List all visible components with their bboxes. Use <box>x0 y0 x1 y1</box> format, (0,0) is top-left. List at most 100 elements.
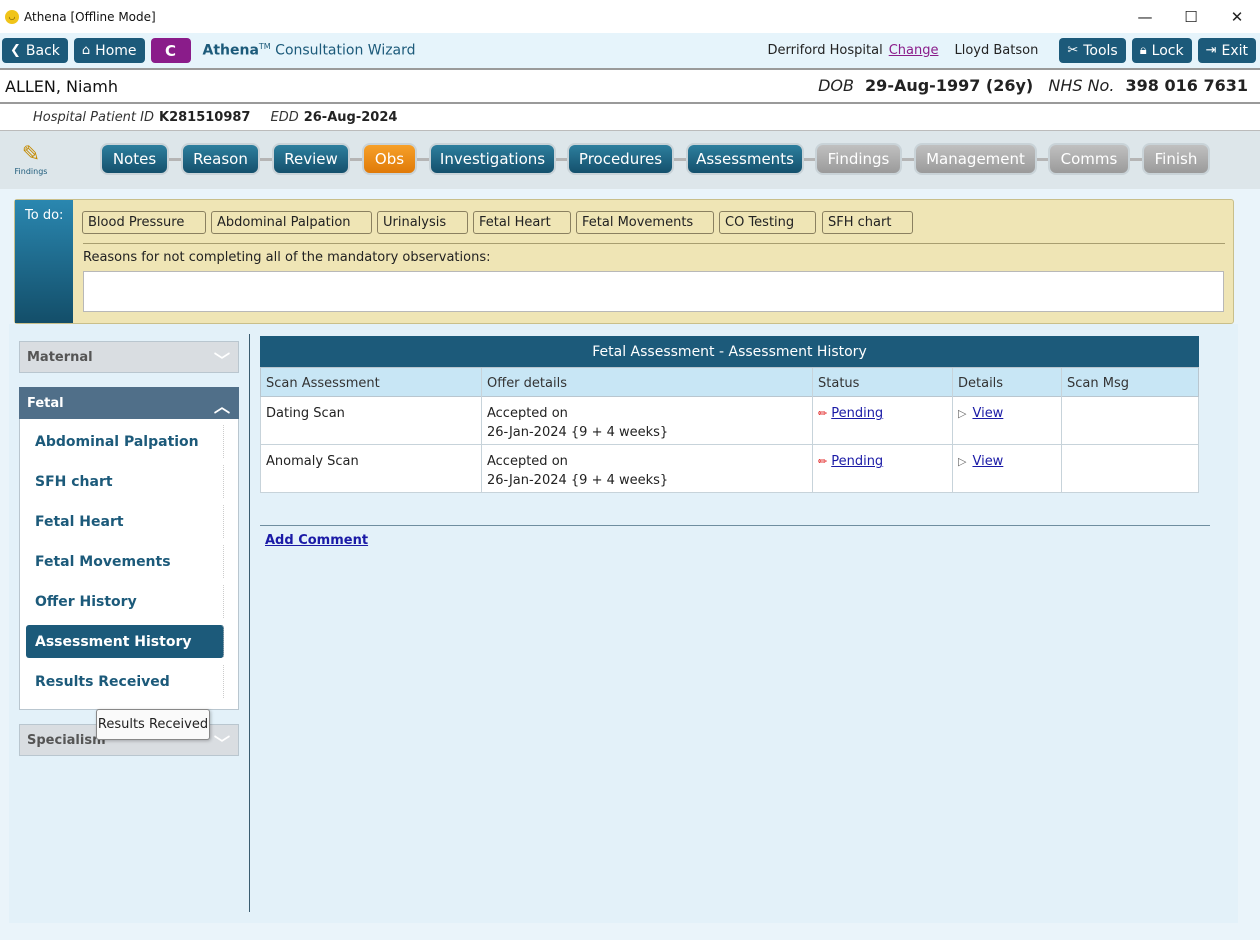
patient-name: ALLEN, Niamh <box>5 76 118 96</box>
chevron-left-icon: ❮ <box>10 43 21 58</box>
step-review[interactable]: Review <box>272 143 350 175</box>
step-obs[interactable]: Obs <box>362 143 417 175</box>
accordion-maternal-label: Maternal <box>27 349 93 365</box>
maximize-button[interactable]: ☐ <box>1168 0 1214 33</box>
pencil-icon: ✏ <box>818 407 828 420</box>
step-procedures[interactable]: Procedures <box>567 143 674 175</box>
accordion-fetal[interactable]: Fetal ︿ <box>19 387 239 419</box>
patient-sub-banner: Hospital Patient ID K281510987 EDD 26-Au… <box>0 104 1260 131</box>
c-button[interactable]: C <box>150 38 191 63</box>
cell-offer: Accepted on 26-Jan-2024 {9 + 4 weeks} <box>482 397 813 444</box>
cell-status: ✏ Pending <box>813 397 953 444</box>
findings-shortcut[interactable]: ✎ Findings <box>11 143 51 187</box>
cell-offer: Accepted on 26-Jan-2024 {9 + 4 weeks} <box>482 445 813 492</box>
table-row: Anomaly Scan Accepted on 26-Jan-2024 {9 … <box>260 445 1199 493</box>
step-comms[interactable]: Comms <box>1048 143 1130 175</box>
notepad-pencil-icon: ✎ <box>21 142 41 167</box>
accordion-maternal[interactable]: Maternal ﹀ <box>19 341 239 373</box>
cell-msg <box>1062 397 1198 444</box>
add-comment-link[interactable]: Add Comment <box>265 533 368 548</box>
back-button[interactable]: ❮ Back <box>2 38 68 63</box>
table-title: Fetal Assessment - Assessment History <box>260 336 1199 367</box>
table-header: Scan Assessment Offer details Status Det… <box>260 367 1199 398</box>
tools-icon: ✂ <box>1067 43 1079 58</box>
cell-details: ▷ View <box>953 397 1062 444</box>
todo-chip-blood-pressure[interactable]: Blood Pressure <box>82 211 206 234</box>
lock-icon: 🔒︎ <box>1139 43 1147 58</box>
fetal-item-sfh-chart[interactable]: SFH chart <box>26 465 224 498</box>
hospital-name: Derriford Hospital <box>767 43 883 58</box>
app-brand: AthenaTM Consultation Wizard <box>203 42 416 59</box>
cell-details: ▷ View <box>953 445 1062 492</box>
offer-line2: 26-Jan-2024 {9 + 4 weeks} <box>487 425 669 440</box>
step-management[interactable]: Management <box>914 143 1037 175</box>
wizard-bar: ✎ Findings Notes Reason Review Obs Inves… <box>0 131 1260 189</box>
change-hospital-link[interactable]: Change <box>889 43 939 58</box>
exit-button[interactable]: ⇥ Exit <box>1197 38 1256 63</box>
window-controls: — ☐ ✕ <box>1122 0 1260 33</box>
lock-label: Lock <box>1151 42 1184 59</box>
nhs-value: 398 016 7631 <box>1125 76 1248 95</box>
todo-chip-fetal-heart[interactable]: Fetal Heart <box>473 211 571 234</box>
step-notes[interactable]: Notes <box>100 143 169 175</box>
fetal-menu: Abdominal Palpation SFH chart Fetal Hear… <box>19 419 239 710</box>
chevron-up-icon: ︿ <box>213 397 230 416</box>
fetal-item-assessment-history[interactable]: Assessment History <box>26 625 224 658</box>
todo-chip-sfh-chart[interactable]: SFH chart <box>822 211 913 234</box>
step-finish[interactable]: Finish <box>1142 143 1210 175</box>
step-investigations[interactable]: Investigations <box>429 143 556 175</box>
status-pending-link[interactable]: Pending <box>831 454 883 469</box>
step-assessments[interactable]: Assessments <box>686 143 804 175</box>
home-icon: ⌂ <box>81 43 91 58</box>
offer-line1: Accepted on <box>487 406 568 421</box>
back-label: Back <box>25 42 60 59</box>
edd-value: 26-Aug-2024 <box>303 109 398 125</box>
fetal-item-fetal-movements[interactable]: Fetal Movements <box>26 545 224 578</box>
offer-line2: 26-Jan-2024 {9 + 4 weeks} <box>487 473 669 488</box>
hospital-id-value: K281510987 <box>159 109 251 125</box>
patient-details: DOB 29-Aug-1997 (26y) NHS No. 398 016 76… <box>818 76 1248 95</box>
findings-shortcut-label: Findings <box>14 167 48 176</box>
header-scan-assessment: Scan Assessment <box>261 368 482 398</box>
todo-chip-fetal-movements[interactable]: Fetal Movements <box>576 211 714 234</box>
play-triangle-icon: ▷ <box>958 455 967 468</box>
close-button[interactable]: ✕ <box>1214 0 1260 33</box>
exit-label: Exit <box>1221 42 1248 59</box>
view-link[interactable]: View <box>972 406 1003 421</box>
chevron-down-icon: ﹀ <box>213 351 230 370</box>
lock-button[interactable]: 🔒︎ Lock <box>1131 38 1192 63</box>
fetal-item-results-received[interactable]: Results Received <box>26 665 224 698</box>
status-pending-link[interactable]: Pending <box>831 406 883 421</box>
home-button[interactable]: ⌂ Home <box>73 38 145 63</box>
play-triangle-icon: ▷ <box>958 407 967 420</box>
cell-status: ✏ Pending <box>813 445 953 492</box>
cell-scan: Anomaly Scan <box>261 445 482 492</box>
view-link[interactable]: View <box>972 454 1003 469</box>
step-reason[interactable]: Reason <box>181 143 260 175</box>
fetal-item-offer-history[interactable]: Offer History <box>26 585 224 618</box>
edd-label: EDD <box>270 109 299 125</box>
minimize-button[interactable]: — <box>1122 0 1168 33</box>
todo-chip-urinalysis[interactable]: Urinalysis <box>377 211 468 234</box>
brand-tm: TM <box>258 42 271 52</box>
brand-name: Athena <box>202 42 259 59</box>
fetal-item-abdominal-palpation[interactable]: Abdominal Palpation <box>26 425 224 458</box>
todo-label: To do: <box>15 200 73 323</box>
todo-chip-co-testing[interactable]: CO Testing <box>719 211 816 234</box>
section-divider <box>260 525 1210 526</box>
todo-chip-abdominal-palpation[interactable]: Abdominal Palpation <box>211 211 372 234</box>
todo-reason-input[interactable] <box>83 271 1224 312</box>
step-findings[interactable]: Findings <box>815 143 902 175</box>
table-row: Dating Scan Accepted on 26-Jan-2024 {9 +… <box>260 397 1199 445</box>
todo-divider <box>83 243 1225 244</box>
main-toolbar: ❮ Back ⌂ Home C AthenaTM Consultation Wi… <box>0 33 1260 68</box>
chevron-down-icon: ﹀ <box>213 734 230 753</box>
tools-button[interactable]: ✂ Tools <box>1059 38 1126 63</box>
hospital-id-label: Hospital Patient ID <box>33 109 154 125</box>
tools-label: Tools <box>1083 42 1118 59</box>
offer-line1: Accepted on <box>487 454 568 469</box>
accordion-specialism-label: Specialism <box>27 732 106 748</box>
toolbar-right: Derriford Hospital Change Lloyd Batson ✂… <box>768 38 1256 63</box>
fetal-item-fetal-heart[interactable]: Fetal Heart <box>26 505 224 538</box>
brand-subtitle: Consultation Wizard <box>275 42 416 59</box>
